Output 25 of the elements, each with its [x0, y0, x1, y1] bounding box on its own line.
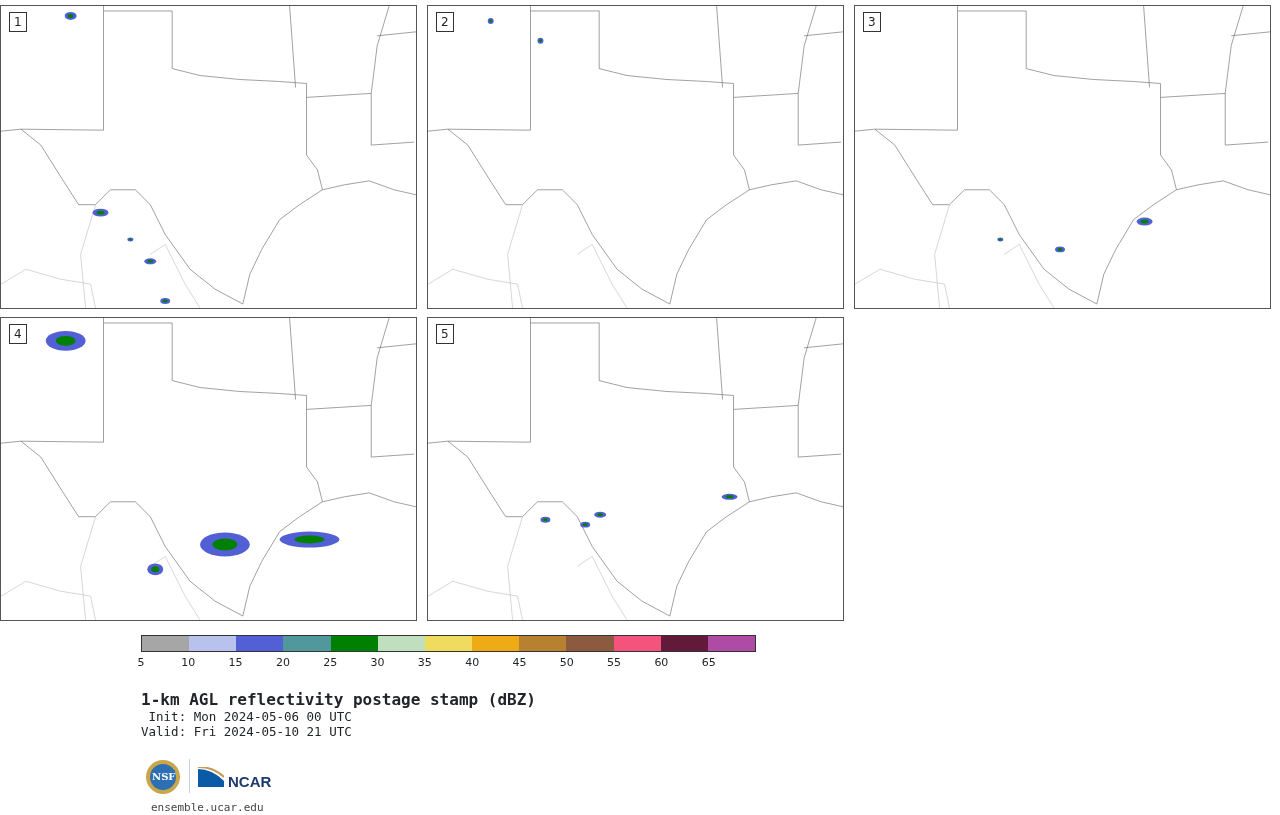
- tick-label: 30: [370, 656, 385, 669]
- tick-label: 25: [323, 656, 338, 669]
- tick-label: 65: [701, 656, 716, 669]
- logo-text: NSF: [152, 770, 176, 783]
- tick-label: 50: [559, 656, 574, 669]
- panel-number: 3: [863, 12, 881, 32]
- tick-label: 20: [275, 656, 290, 669]
- tick-label: 45: [512, 656, 527, 669]
- tick-label: 10: [181, 656, 196, 669]
- panel-number: 2: [436, 12, 454, 32]
- tick-label: 5: [137, 656, 145, 669]
- chart-title: 1-km AGL reflectivity postage stamp (dBZ): [141, 690, 537, 709]
- tick-label: 55: [607, 656, 622, 669]
- valid-time: Valid: Fri 2024-05-10 21 UTC: [141, 724, 353, 739]
- tick-label: 35: [417, 656, 432, 669]
- swoosh-icon: [198, 767, 224, 787]
- site-url: ensemble.ucar.edu: [151, 801, 265, 814]
- panel-number: 4: [9, 324, 27, 344]
- logo-text: NCAR: [228, 772, 272, 790]
- tick-label: 40: [465, 656, 480, 669]
- tick-label: 60: [654, 656, 669, 669]
- init-time: Init: Mon 2024-05-06 00 UTC: [147, 709, 353, 724]
- tick-label: 15: [228, 656, 243, 669]
- panel-number: 1: [9, 12, 27, 32]
- panel-number: 5: [436, 324, 454, 344]
